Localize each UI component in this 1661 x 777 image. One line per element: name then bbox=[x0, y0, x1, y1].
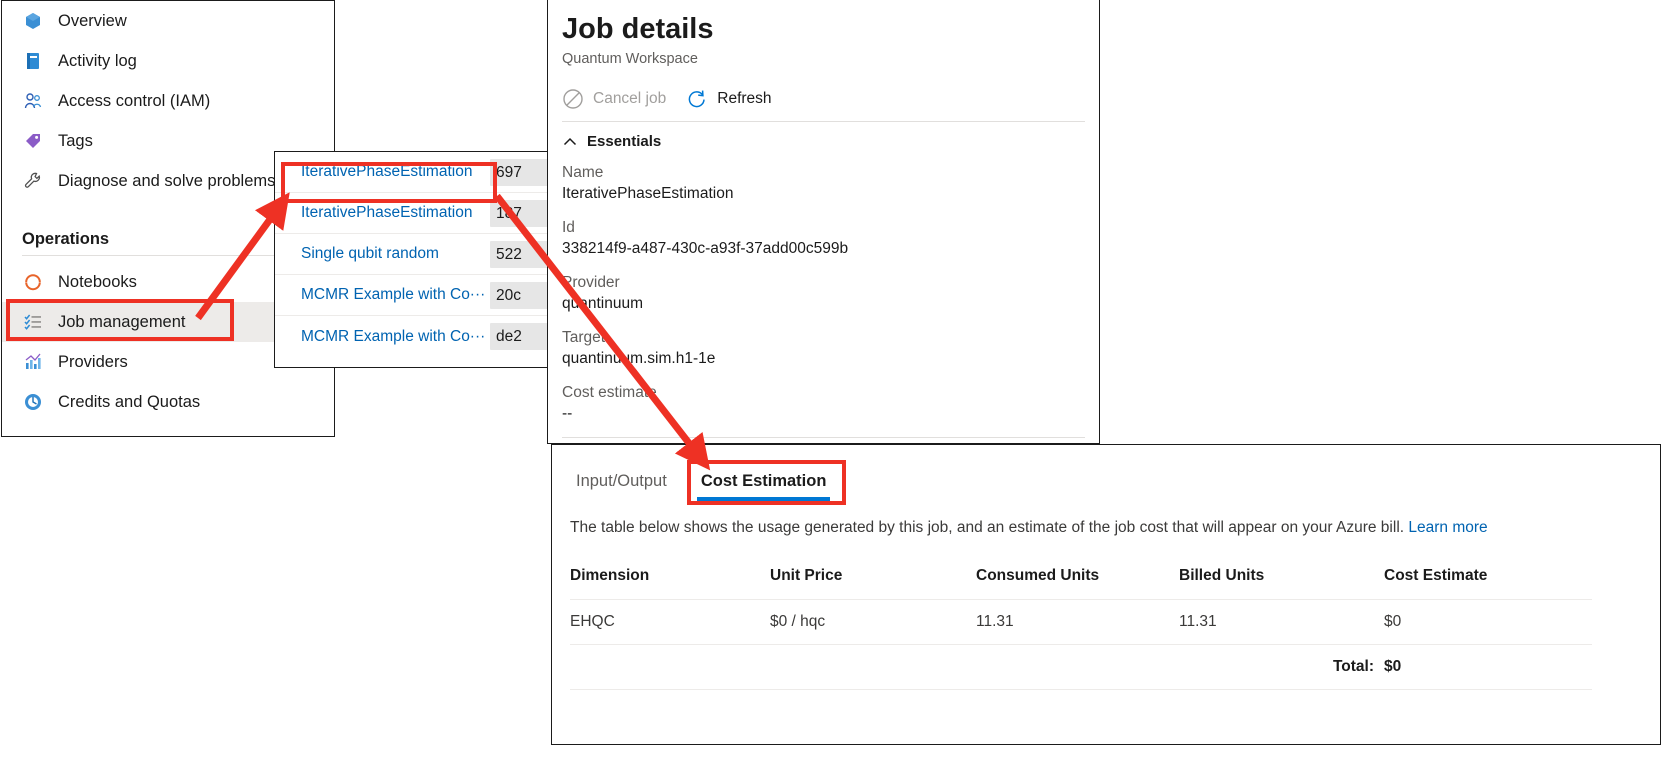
page-subtitle: Quantum Workspace bbox=[562, 51, 1099, 67]
refresh-label: Refresh bbox=[717, 90, 771, 108]
cell-billed-units: 11.31 bbox=[1179, 600, 1384, 645]
job-name-link[interactable]: IterativePhaseEstimation bbox=[275, 204, 488, 222]
essentials-toggle[interactable]: Essentials bbox=[562, 133, 1099, 150]
table-total-row: Total: $0 bbox=[570, 645, 1592, 690]
cancel-job-button[interactable]: Cancel job bbox=[562, 88, 666, 110]
field-label: Provider bbox=[562, 272, 1099, 293]
job-id-cell: de2 bbox=[490, 323, 554, 350]
sidebar-item-label: Credits and Quotas bbox=[58, 393, 200, 412]
field-value: 338214f9-a487-430c-a93f-37add00c599b bbox=[562, 238, 1099, 260]
tags-icon bbox=[22, 130, 44, 152]
field-cost-estimate: Cost estimate -- bbox=[562, 382, 1099, 425]
sidebar-item-label: Diagnose and solve problems bbox=[58, 172, 275, 191]
sidebar-item-label: Access control (IAM) bbox=[58, 92, 210, 111]
field-value: quantinuum bbox=[562, 293, 1099, 315]
job-management-icon bbox=[22, 311, 44, 333]
cell-cost-estimate: $0 bbox=[1384, 600, 1592, 645]
cell-consumed-units: 11.31 bbox=[976, 600, 1179, 645]
field-value: IterativePhaseEstimation bbox=[562, 183, 1099, 205]
job-name-link[interactable]: Single qubit random bbox=[275, 245, 488, 263]
column-header-consumed-units: Consumed Units bbox=[976, 567, 1179, 600]
field-label: Name bbox=[562, 162, 1099, 183]
job-name-link[interactable]: IterativePhaseEstimation bbox=[275, 163, 488, 181]
cell-empty bbox=[770, 645, 976, 690]
sidebar-item-access-control[interactable]: Access control (IAM) bbox=[2, 81, 334, 121]
field-provider: Provider quantinuum bbox=[562, 272, 1099, 315]
sidebar-item-label: Job management bbox=[58, 313, 186, 332]
sidebar-item-activity-log[interactable]: Activity log bbox=[2, 41, 334, 81]
total-label-cell: Total: bbox=[1179, 645, 1384, 690]
page-title: Job details bbox=[562, 10, 1099, 48]
sidebar-item-credits-quotas[interactable]: Credits and Quotas bbox=[2, 382, 334, 422]
column-header-unit-price: Unit Price bbox=[770, 567, 976, 600]
table-row: EHQC $0 / hqc 11.31 11.31 $0 bbox=[570, 600, 1592, 645]
sidebar-item-overview[interactable]: Overview bbox=[2, 1, 334, 41]
activity-log-icon bbox=[22, 50, 44, 72]
overview-icon bbox=[22, 10, 44, 32]
cell-empty bbox=[570, 645, 770, 690]
command-bar-divider bbox=[562, 121, 1085, 122]
cell-unit-price: $0 / hqc bbox=[770, 600, 976, 645]
total-label: Total: bbox=[1333, 658, 1374, 675]
command-bar: Cancel job Refresh bbox=[562, 77, 1099, 121]
column-header-billed-units: Billed Units bbox=[1179, 567, 1384, 600]
field-label: Target bbox=[562, 327, 1099, 348]
cost-table: Dimension Unit Price Consumed Units Bill… bbox=[570, 567, 1592, 690]
job-id-cell: 697 bbox=[490, 159, 554, 186]
cell-empty bbox=[976, 645, 1179, 690]
essentials-divider bbox=[562, 437, 1085, 438]
field-target: Target quantinuum.sim.h1-1e bbox=[562, 327, 1099, 370]
tab-input-output[interactable]: Input/Output bbox=[570, 472, 673, 501]
field-value: quantinuum.sim.h1-1e bbox=[562, 348, 1099, 370]
table-header-row: Dimension Unit Price Consumed Units Bill… bbox=[570, 567, 1592, 600]
cancel-icon bbox=[562, 88, 584, 110]
tab-cost-estimation[interactable]: Cost Estimation bbox=[695, 472, 833, 501]
tab-bar: Input/Output Cost Estimation bbox=[552, 445, 1660, 501]
job-details-panel: Job details Quantum Workspace Cancel job… bbox=[547, 0, 1100, 444]
sidebar-item-label: Tags bbox=[58, 132, 93, 151]
notebooks-icon bbox=[22, 271, 44, 293]
cost-estimation-panel: Input/Output Cost Estimation The table b… bbox=[551, 444, 1661, 745]
sidebar-item-label: Activity log bbox=[58, 52, 137, 71]
field-id: Id 338214f9-a487-430c-a93f-37add00c599b bbox=[562, 217, 1099, 260]
total-value: $0 bbox=[1384, 658, 1401, 675]
cancel-job-label: Cancel job bbox=[593, 90, 666, 108]
refresh-button[interactable]: Refresh bbox=[686, 88, 771, 110]
total-value-cell: $0 bbox=[1384, 645, 1592, 690]
refresh-icon bbox=[686, 88, 708, 110]
job-name-link[interactable]: MCMR Example with Co··· bbox=[275, 286, 488, 304]
access-control-icon bbox=[22, 90, 44, 112]
description-text: The table below shows the usage generate… bbox=[570, 519, 1404, 536]
sidebar-item-label: Overview bbox=[58, 12, 127, 31]
sidebar-item-label: Providers bbox=[58, 353, 128, 372]
sidebar-item-label: Notebooks bbox=[58, 273, 137, 292]
learn-more-link[interactable]: Learn more bbox=[1408, 519, 1487, 536]
column-header-cost-estimate: Cost Estimate bbox=[1384, 567, 1592, 600]
cell-dimension: EHQC bbox=[570, 600, 770, 645]
field-label: Cost estimate bbox=[562, 382, 1099, 403]
essentials-label: Essentials bbox=[587, 133, 661, 150]
credits-quotas-icon bbox=[22, 391, 44, 413]
wrench-icon bbox=[22, 170, 44, 192]
job-id-cell: 187 bbox=[490, 200, 554, 227]
field-value: -- bbox=[562, 403, 1099, 425]
job-id-cell: 522 bbox=[490, 241, 554, 268]
field-name: Name IterativePhaseEstimation bbox=[562, 162, 1099, 205]
chevron-up-icon bbox=[562, 134, 578, 150]
job-id-cell: 20c bbox=[490, 282, 554, 309]
field-label: Id bbox=[562, 217, 1099, 238]
job-name-link[interactable]: MCMR Example with Co··· bbox=[275, 328, 488, 346]
providers-icon bbox=[22, 351, 44, 373]
panel-description: The table below shows the usage generate… bbox=[552, 501, 1660, 539]
column-header-dimension: Dimension bbox=[570, 567, 770, 600]
